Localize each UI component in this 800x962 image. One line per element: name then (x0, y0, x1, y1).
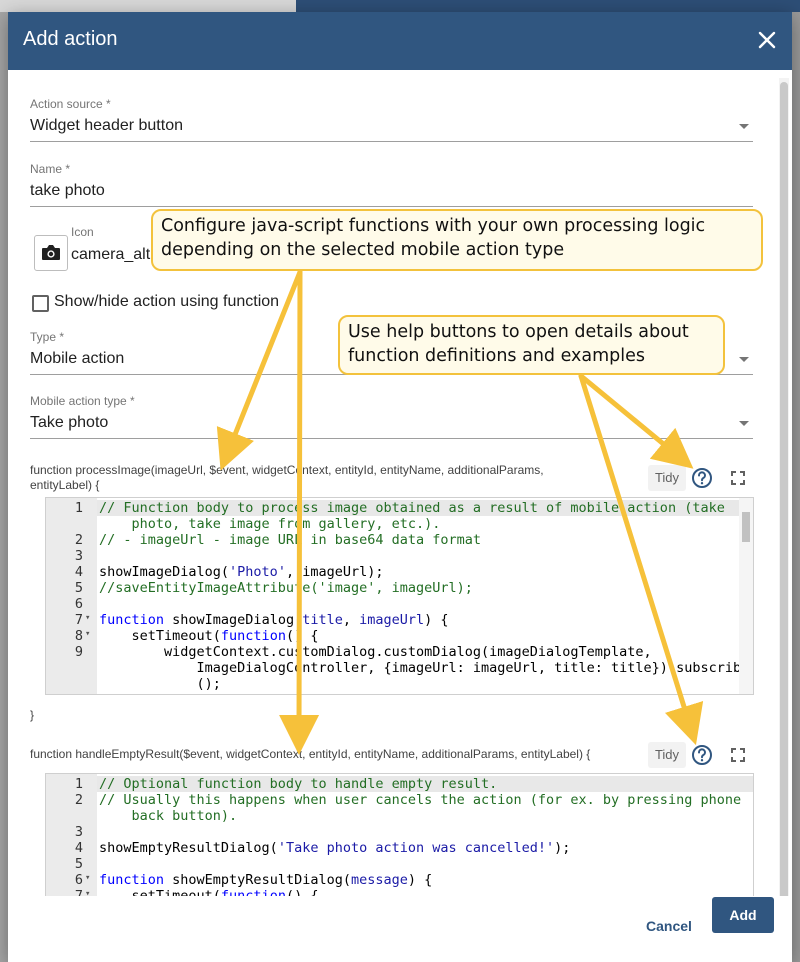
name-value: take photo (30, 182, 105, 199)
camera-icon[interactable] (34, 235, 68, 271)
add-action-dialog: Add action Action source * Widget header… (8, 12, 792, 962)
backdrop-toolbar (296, 0, 800, 12)
empty-result-code-editor[interactable]: 1// Optional function body to handle emp… (45, 773, 754, 905)
mobile-action-type-select[interactable]: Mobile action type * Take photo (30, 394, 753, 440)
action-source-select[interactable]: Action source * Widget header button (30, 97, 753, 143)
name-field[interactable]: Name * take photo (30, 162, 753, 208)
action-source-value: Widget header button (30, 117, 183, 134)
process-image-code-editor[interactable]: 1// Function body to process image obtai… (45, 497, 754, 695)
help-icon[interactable] (688, 741, 716, 769)
icon-label: Icon (71, 225, 94, 239)
action-source-label: Action source * (30, 97, 111, 111)
dialog-header: Add action (8, 12, 792, 70)
backdrop (0, 0, 800, 12)
mobile-action-type-value: Take photo (30, 414, 109, 431)
icon-value[interactable]: camera_alt (71, 246, 150, 264)
type-value: Mobile action (30, 350, 125, 367)
show-hide-label[interactable]: Show/hide action using function (54, 293, 279, 311)
dialog-title: Add action (23, 28, 118, 50)
show-hide-checkbox[interactable] (32, 295, 49, 312)
chevron-down-icon (739, 357, 749, 362)
close-icon[interactable] (754, 27, 780, 53)
process-image-signature: function processImage(imageUrl, $event, … (30, 463, 544, 492)
help-icon[interactable] (688, 464, 716, 492)
mobile-action-type-label: Mobile action type * (30, 394, 135, 408)
callout-help-buttons: Use help buttons to open details about f… (338, 315, 725, 375)
fullscreen-icon[interactable] (724, 464, 752, 492)
dialog-scrollbar[interactable] (779, 78, 789, 906)
backdrop-left (0, 12, 8, 962)
chevron-down-icon (739, 124, 749, 129)
empty-result-signature: function handleEmptyResult($event, widge… (30, 747, 591, 761)
name-label: Name * (30, 162, 71, 176)
callout-configure-functions: Configure java-script functions with you… (151, 209, 763, 271)
cancel-button[interactable]: Cancel (637, 911, 701, 941)
chevron-down-icon (739, 421, 749, 426)
fullscreen-icon[interactable] (724, 741, 752, 769)
add-button[interactable]: Add (712, 897, 774, 933)
tidy-button[interactable]: Tidy (648, 742, 686, 768)
tidy-button[interactable]: Tidy (648, 465, 686, 491)
process-image-closing-brace: } (30, 708, 35, 722)
